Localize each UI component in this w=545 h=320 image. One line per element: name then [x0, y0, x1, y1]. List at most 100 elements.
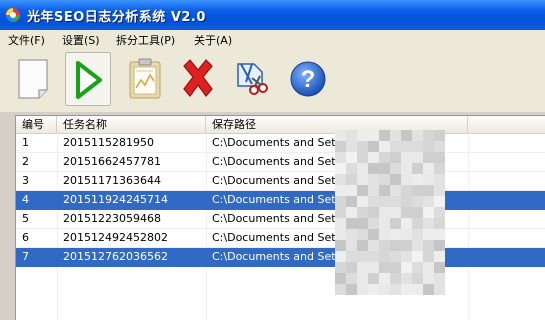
report-button[interactable]: [123, 52, 169, 106]
mosaic-tile: [368, 262, 379, 273]
mosaic-tile: [379, 185, 390, 196]
mosaic-tile: [346, 229, 357, 240]
mosaic-tile: [368, 284, 379, 295]
row-task-name: 20151171363644: [63, 174, 161, 187]
mosaic-tile: [401, 218, 412, 229]
mosaic-tile: [335, 163, 346, 174]
mosaic-tile: [423, 141, 434, 152]
mosaic-tile: [368, 163, 379, 174]
mosaic-tile: [368, 207, 379, 218]
mosaic-tile: [390, 130, 401, 141]
redacted-mosaic: [335, 130, 445, 295]
mosaic-tile: [357, 284, 368, 295]
table-row[interactable]: 4 201511924245714 C:\Documents and Setti…: [16, 191, 545, 210]
mosaic-tile: [423, 240, 434, 251]
table-row[interactable]: 5 20151223059468 C:\Documents and Settin…: [16, 210, 545, 229]
task-list[interactable]: 编号 任务名称 保存路径 1 2015115281950 C:\Document…: [15, 115, 545, 320]
mosaic-tile: [357, 174, 368, 185]
mosaic-tile: [346, 163, 357, 174]
row-id: 5: [22, 212, 29, 225]
mosaic-tile: [346, 284, 357, 295]
table-row[interactable]: 7 201512762036562 C:\Documents and Setti…: [16, 248, 545, 267]
delete-task-button[interactable]: [176, 52, 222, 106]
mosaic-tile: [379, 251, 390, 262]
mosaic-tile: [412, 262, 423, 273]
table-row[interactable]: 6 20151249245280​2 C:\Documents and Sett…: [16, 229, 545, 248]
mosaic-tile: [423, 152, 434, 163]
mosaic-tile: [434, 141, 445, 152]
split-scissors-icon: [237, 63, 268, 95]
mosaic-tile: [434, 130, 445, 141]
mosaic-tile: [368, 251, 379, 262]
mosaic-tile: [412, 251, 423, 262]
menu-split-tools[interactable]: 拆分工具(P): [116, 32, 175, 48]
mosaic-tile: [368, 185, 379, 196]
mosaic-tile: [434, 218, 445, 229]
column-header-task-name[interactable]: 任务名称: [57, 116, 206, 133]
row-task-name: 2015115281950: [63, 136, 154, 149]
app-logo-icon: [6, 8, 20, 22]
mosaic-tile: [335, 284, 346, 295]
mosaic-tile: [357, 240, 368, 251]
mosaic-tile: [346, 196, 357, 207]
mosaic-tile: [357, 251, 368, 262]
table-row[interactable]: 2 20151662457781 C:\Documents and Settin…: [16, 153, 545, 172]
mosaic-tile: [379, 207, 390, 218]
mosaic-tile: [368, 141, 379, 152]
mosaic-tile: [390, 262, 401, 273]
mosaic-tile: [346, 240, 357, 251]
table-row[interactable]: 3 20151171363644 C:\Documents and Settin…: [16, 172, 545, 191]
mosaic-tile: [335, 229, 346, 240]
mosaic-tile: [379, 262, 390, 273]
mosaic-tile: [368, 240, 379, 251]
mosaic-tile: [335, 207, 346, 218]
mosaic-tile: [401, 152, 412, 163]
help-button[interactable]: ?: [286, 52, 332, 106]
help-icon: ?: [290, 61, 326, 97]
mosaic-tile: [401, 229, 412, 240]
row-task-name: 201512762036562: [63, 250, 168, 263]
mosaic-tile: [434, 196, 445, 207]
mosaic-tile: [412, 207, 423, 218]
mosaic-tile: [423, 251, 434, 262]
title-bar[interactable]: 光年SEO日志分析系统 V2.0: [0, 0, 545, 30]
mosaic-tile: [335, 273, 346, 284]
mosaic-tile: [401, 196, 412, 207]
mosaic-tile: [357, 163, 368, 174]
mosaic-tile: [357, 130, 368, 141]
svg-text:?: ?: [301, 66, 316, 93]
mosaic-tile: [412, 218, 423, 229]
mosaic-tile: [335, 141, 346, 152]
mosaic-tile: [390, 196, 401, 207]
menu-about[interactable]: 关于(A): [194, 32, 232, 48]
start-analysis-button[interactable]: [65, 52, 111, 106]
mosaic-tile: [357, 262, 368, 273]
mosaic-tile: [412, 196, 423, 207]
row-id: 3: [22, 174, 29, 187]
row-task-name: 20151249245280​2: [63, 231, 168, 244]
mosaic-tile: [434, 262, 445, 273]
mosaic-tile: [379, 163, 390, 174]
row-id: 7: [22, 250, 29, 263]
mosaic-tile: [401, 251, 412, 262]
mosaic-tile: [423, 207, 434, 218]
mosaic-tile: [379, 152, 390, 163]
row-task-name: 201511924245714: [63, 193, 168, 206]
mosaic-tile: [379, 229, 390, 240]
menu-file[interactable]: 文件(F): [8, 32, 45, 48]
mosaic-tile: [346, 185, 357, 196]
new-task-button[interactable]: [12, 52, 58, 106]
mosaic-tile: [379, 273, 390, 284]
mosaic-tile: [434, 273, 445, 284]
mosaic-tile: [335, 251, 346, 262]
row-id: 4: [22, 193, 29, 206]
row-id: 2: [22, 155, 29, 168]
column-header-id[interactable]: 编号: [16, 116, 57, 133]
menu-settings[interactable]: 设置(S): [62, 32, 100, 48]
table-row[interactable]: 1 2015115281950 C:\Documents and Setting…: [16, 134, 545, 153]
toolbar: ?: [0, 48, 545, 112]
split-tool-button[interactable]: [230, 52, 276, 106]
mosaic-tile: [434, 152, 445, 163]
mosaic-tile: [390, 174, 401, 185]
mosaic-tile: [368, 273, 379, 284]
